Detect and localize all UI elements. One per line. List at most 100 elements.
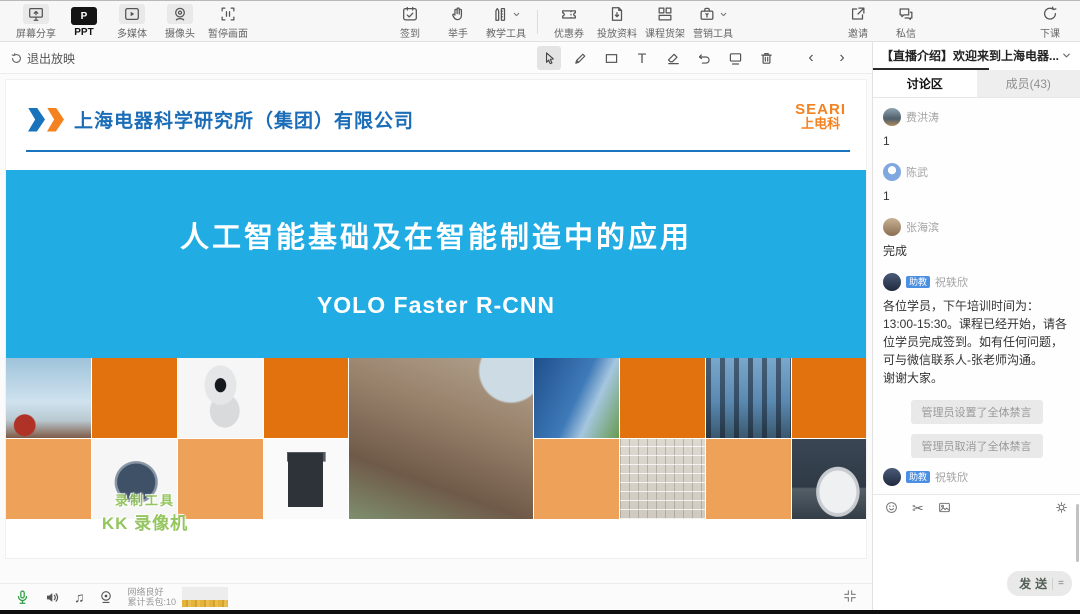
message-text: 1 [883, 132, 1070, 150]
button-teaching-tools[interactable]: 教学工具 [482, 1, 530, 43]
private-message-icon [897, 4, 915, 24]
presentation-toolbar: 退出放映 T [0, 42, 872, 74]
send-label: 发送 [1019, 575, 1051, 592]
camera-icon [167, 4, 193, 24]
photo-wind-turbine [6, 358, 91, 438]
app-window: 屏幕分享 P PPT 多媒体 摄像头 [0, 0, 1080, 614]
eraser-tool[interactable] [661, 46, 685, 70]
tab-label: 暂停画面 [208, 25, 248, 40]
board-tool[interactable] [723, 46, 747, 70]
button-label: 邀请 [848, 25, 868, 40]
session-group: 邀请 私信 下课 [834, 1, 1074, 43]
rectangle-tool[interactable] [599, 46, 623, 70]
system-message: 管理员取消了全体禁言 [911, 434, 1043, 458]
company-chevron-logo [28, 108, 64, 132]
button-coupon[interactable]: 优惠券 [545, 1, 593, 43]
send-divider [1052, 578, 1053, 590]
text-tool-icon: T [638, 51, 647, 65]
chat-settings-button[interactable] [1054, 500, 1069, 515]
tab-multimedia[interactable]: 多媒体 [108, 1, 156, 43]
next-slide-button[interactable]: › [830, 46, 854, 70]
image-icon [937, 500, 952, 515]
tab-screen-share[interactable]: 屏幕分享 [12, 1, 60, 43]
button-course-shelf[interactable]: 课程货架 [641, 1, 689, 43]
avatar [883, 273, 901, 291]
image-button[interactable] [937, 500, 952, 515]
button-marketing-tools[interactable]: 营销工具 [689, 1, 737, 43]
button-label: 投放资料 [597, 25, 637, 40]
speaker-button[interactable] [44, 589, 61, 606]
pen-icon [572, 50, 589, 67]
select-tool[interactable] [537, 46, 561, 70]
board-icon [727, 50, 744, 67]
sender-name: 费洪涛 [906, 109, 939, 125]
back-icon [10, 52, 23, 65]
text-tool[interactable]: T [630, 46, 654, 70]
button-raise-hand[interactable]: 举手 [434, 1, 482, 43]
screenshot-button[interactable]: ✂ [912, 501, 924, 515]
scissors-icon: ✂ [912, 501, 924, 515]
message-list[interactable]: 费洪涛 1 陈武 1 张海滨 完成 [873, 98, 1080, 494]
mosaic-orange-tile [264, 358, 348, 438]
sender-name: 张海滨 [906, 219, 939, 235]
photo-robot [178, 358, 263, 438]
ppt-icon: P [71, 6, 97, 26]
chat-scrollbar[interactable] [1076, 504, 1079, 562]
display-mode-group: 屏幕分享 P PPT 多媒体 摄像头 [12, 1, 252, 43]
emoji-button[interactable] [884, 500, 899, 515]
chat-header-dropdown[interactable] [1061, 50, 1072, 61]
distribute-materials-icon [608, 4, 626, 24]
exit-slideshow-button[interactable]: 退出放映 [10, 42, 75, 74]
avatar [883, 468, 901, 486]
exit-slideshow-label: 退出放映 [27, 50, 75, 67]
button-invite[interactable]: 邀请 [834, 1, 882, 43]
slide-subtitle: YOLO Faster R-CNN [6, 292, 866, 319]
button-label: 教学工具 [486, 25, 526, 40]
multimedia-icon [119, 4, 145, 24]
photo-solar-panels [534, 358, 619, 438]
tab-label: 屏幕分享 [16, 25, 56, 40]
chat-message: 张海滨 完成 [883, 218, 1070, 260]
chevron-down-icon [719, 10, 728, 19]
speaker-icon [44, 589, 61, 606]
music-button[interactable]: ♫ [74, 590, 85, 604]
pause-screen-icon [219, 4, 237, 24]
tab-discussion[interactable]: 讨论区 [873, 70, 977, 97]
raise-hand-icon [449, 4, 467, 24]
coupon-icon [560, 4, 578, 24]
send-row: 发送 = [1007, 571, 1072, 596]
webcam-button[interactable] [98, 589, 114, 605]
button-label: 签到 [400, 25, 420, 40]
send-options-toggle[interactable]: = [1058, 578, 1064, 589]
button-sign-in[interactable]: 签到 [386, 1, 434, 43]
photo-institute-building [349, 358, 533, 519]
prev-slide-icon: ‹ [808, 50, 813, 66]
mosaic-orange-tile [706, 439, 791, 519]
button-distribute-materials[interactable]: 投放资料 [593, 1, 641, 43]
avatar [883, 163, 901, 181]
tab-camera[interactable]: 摄像头 [156, 1, 204, 43]
mosaic-orange-tile [534, 439, 619, 519]
button-label: 优惠券 [554, 25, 584, 40]
chevron-down-icon [1061, 50, 1072, 61]
photo-electric-car [792, 439, 866, 519]
tab-ppt[interactable]: P PPT [60, 1, 108, 43]
undo-tool[interactable] [692, 46, 716, 70]
chat-tabs: 讨论区 成员(43) [873, 70, 1080, 98]
chat-input-area[interactable] [873, 520, 1080, 610]
send-button[interactable]: 发送 = [1007, 571, 1072, 596]
tab-pause-screen[interactable]: 暂停画面 [204, 1, 252, 43]
collapse-view-button[interactable] [842, 588, 858, 604]
chat-input-toolbar: ✂ [873, 494, 1080, 520]
presentation-area: 上海电器科学研究所（集团）有限公司 SEARI 上电科 人工智能基础及在智能制造… [0, 74, 872, 583]
button-end-class[interactable]: 下课 [1026, 1, 1074, 43]
pen-tool[interactable] [568, 46, 592, 70]
microphone-button[interactable] [14, 589, 31, 606]
prev-slide-button[interactable]: ‹ [799, 46, 823, 70]
tab-members[interactable]: 成员(43) [977, 70, 1080, 97]
chevron-down-icon [512, 10, 521, 19]
microphone-icon [14, 589, 31, 606]
chat-panel: 【直播介绍】欢迎来到上海电器... 讨论区 成员(43) 费洪涛 1 陈武 [872, 42, 1080, 610]
clear-annotations-tool[interactable] [754, 46, 778, 70]
button-private-message[interactable]: 私信 [882, 1, 930, 43]
